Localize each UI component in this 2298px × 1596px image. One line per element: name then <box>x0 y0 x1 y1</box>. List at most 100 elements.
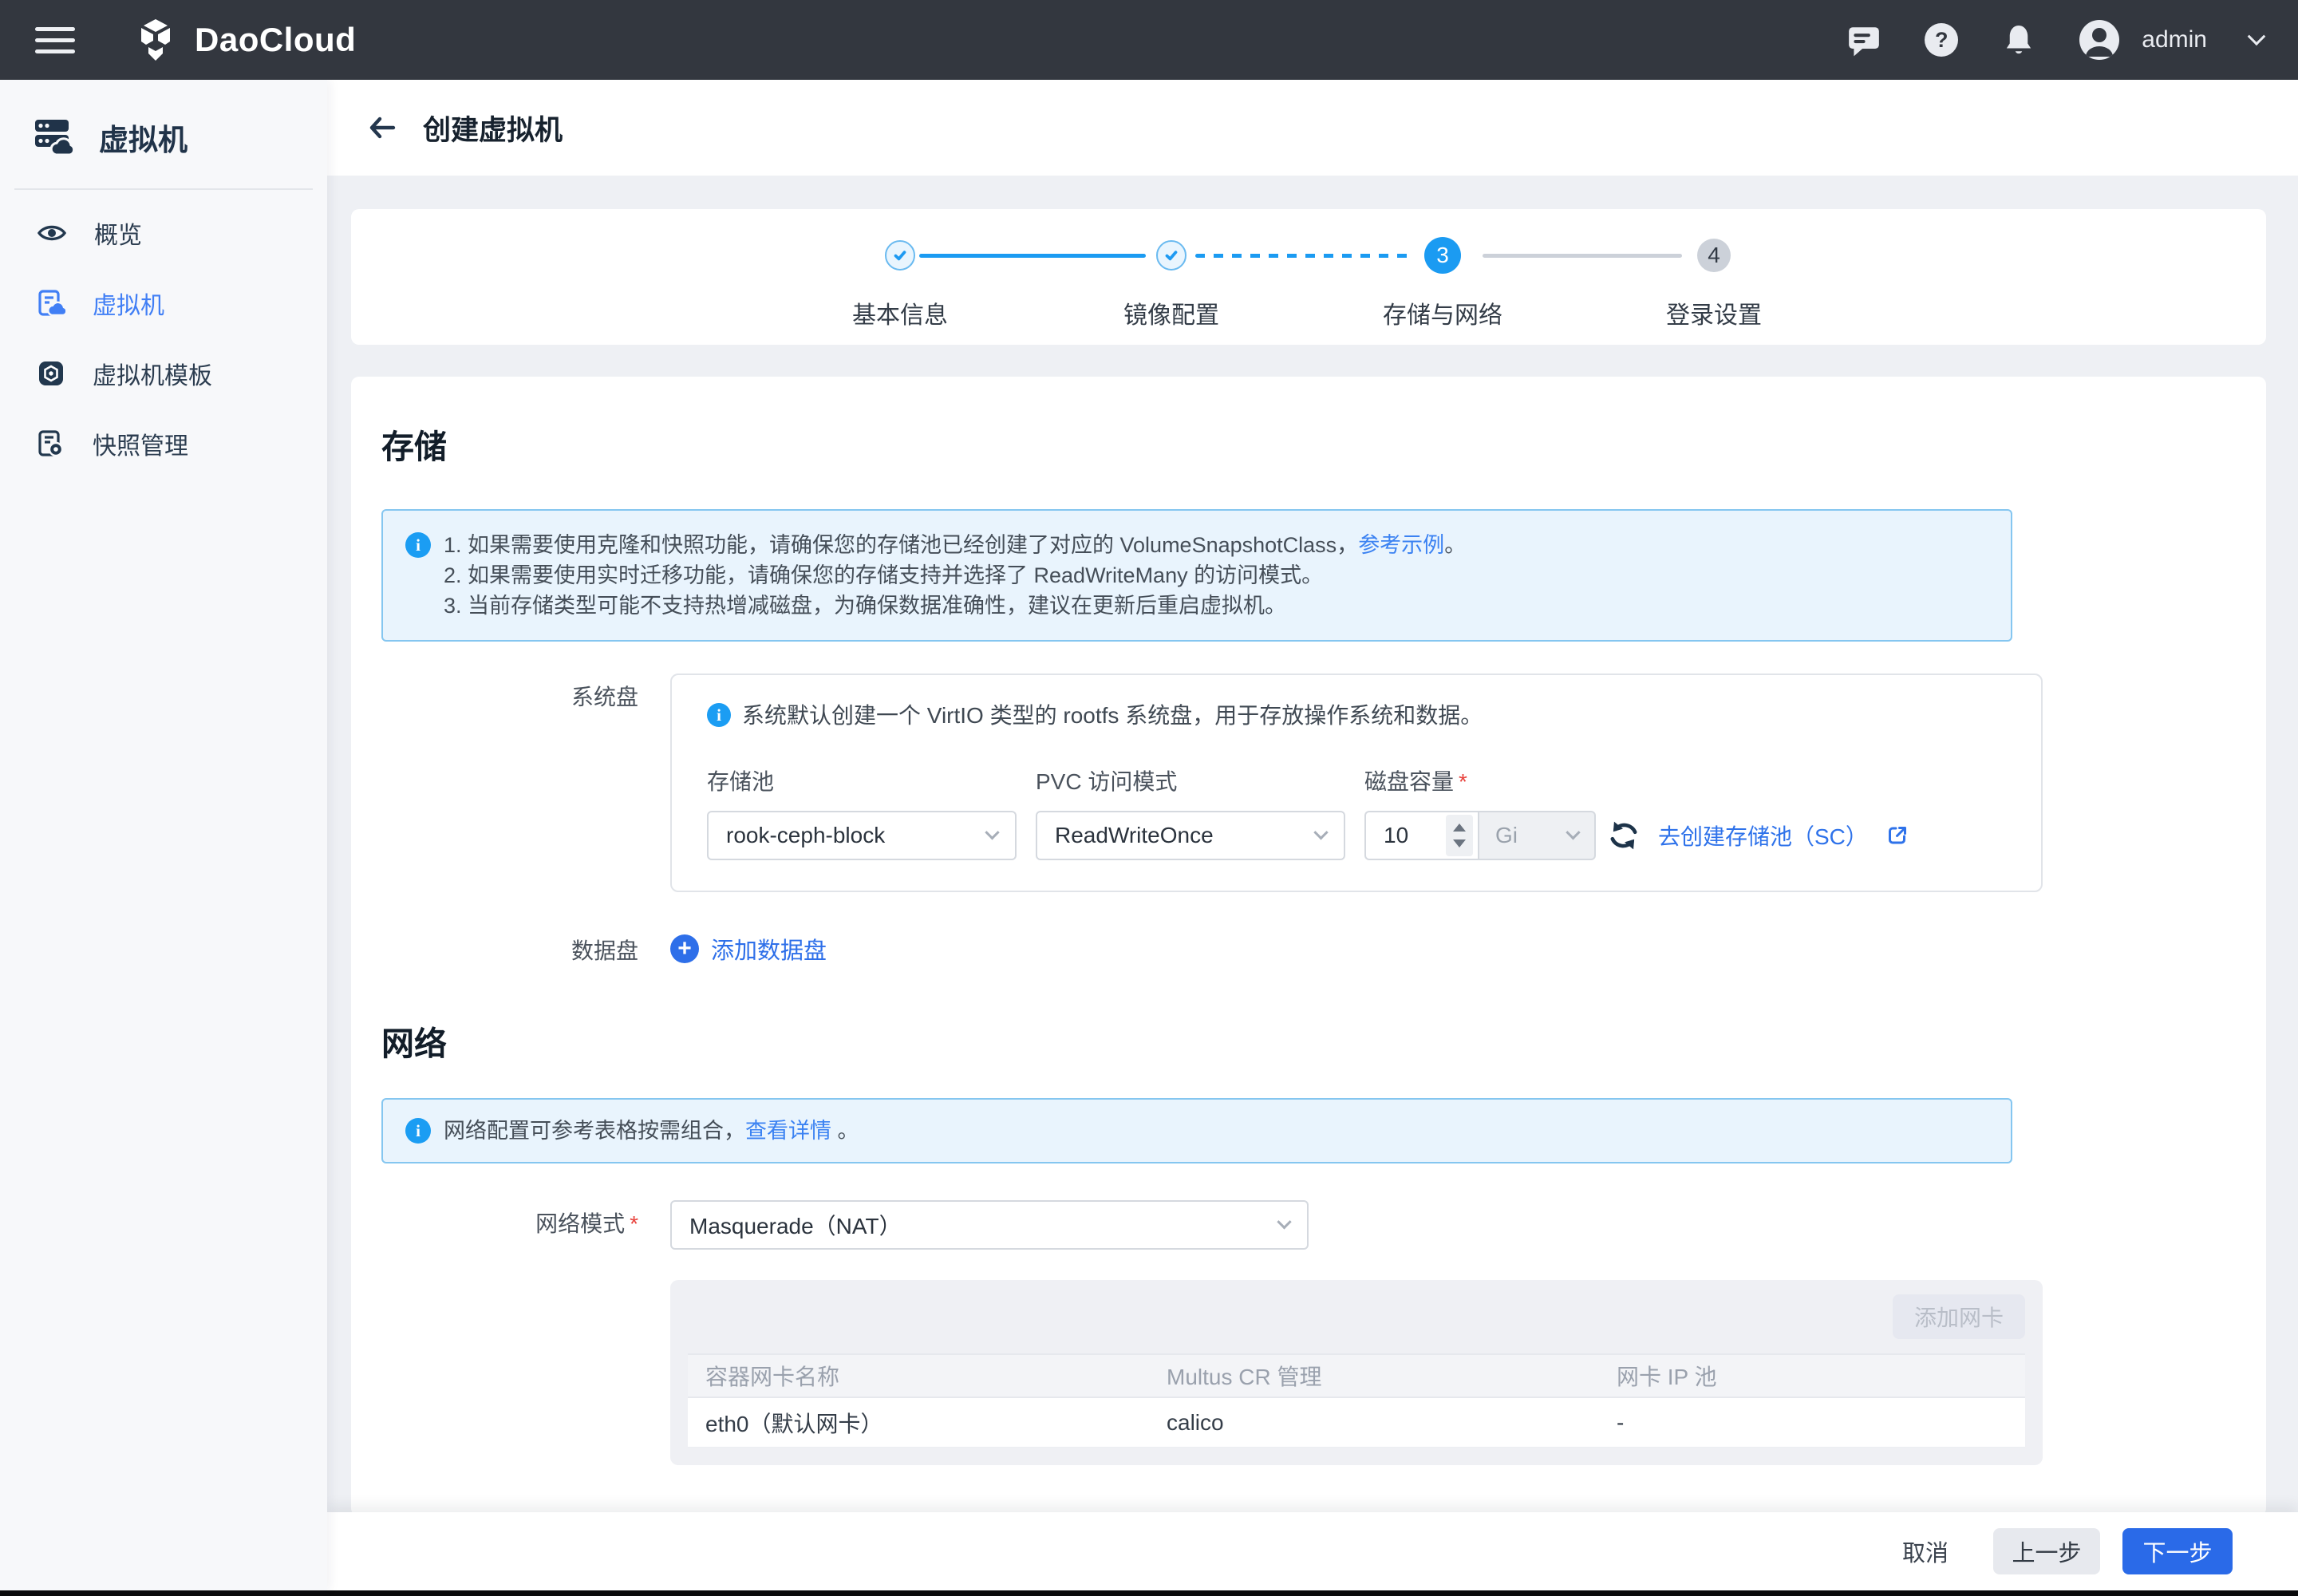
chevron-down-icon <box>1277 1215 1291 1229</box>
messages-icon[interactable] <box>1846 22 1881 57</box>
step-4-label: 登录设置 <box>1618 295 1810 330</box>
sidebar-divider <box>14 188 313 190</box>
eye-icon <box>37 222 67 244</box>
notifications-bell-icon[interactable] <box>2001 22 2036 57</box>
page-titlebar: 创建虚拟机 <box>327 80 2298 176</box>
hamburger-menu-icon[interactable] <box>35 20 75 61</box>
template-box-icon <box>37 359 65 388</box>
sidebar-item-snapshots[interactable]: 快照管理 <box>0 409 327 479</box>
col-ip-pool: 网卡 IP 池 <box>1599 1355 2025 1396</box>
storage-pool-field: 存储池 rook-ceph-block <box>707 764 1017 860</box>
col-multus-cr: Multus CR 管理 <box>1149 1355 1599 1396</box>
system-disk-label: 系统盘 <box>381 674 638 892</box>
virtual-machine-module-icon <box>32 115 77 160</box>
storage-pool-label: 存储池 <box>707 764 1017 796</box>
top-header: DaoCloud ? admin <box>0 0 2298 80</box>
step-connector-solid <box>919 254 1146 258</box>
info-icon: i <box>405 1118 431 1144</box>
sidebar-item-overview[interactable]: 概览 <box>0 198 327 268</box>
sidebar-item-label: 概览 <box>94 215 142 251</box>
pvc-access-mode-field: PVC 访问模式 ReadWriteOnce <box>1036 764 1345 860</box>
sidebar-item-label: 虚拟机 <box>93 286 164 321</box>
step-1-circle-done <box>885 240 915 271</box>
snapshot-doc-camera-icon <box>37 429 65 458</box>
sidebar-item-label: 快照管理 <box>93 426 188 461</box>
external-link-icon[interactable] <box>1885 824 1909 847</box>
nic-panel: 添加网卡 容器网卡名称 Multus CR 管理 网卡 IP 池 eth0（默认… <box>670 1280 2043 1465</box>
help-icon[interactable]: ? <box>1925 23 1958 57</box>
chevron-down-icon <box>985 825 999 839</box>
vm-doc-cloud-icon <box>37 289 65 318</box>
step-connector-gray <box>1483 254 1682 258</box>
view-details-link[interactable]: 查看详情 <box>745 1119 831 1143</box>
check-icon <box>891 247 909 264</box>
storage-notice-line3: 3. 当前存储类型可能不支持热增减磁盘，为确保数据准确性，建议在更新后重启虚拟机… <box>444 591 1466 621</box>
disk-capacity-label: 磁盘容量* <box>1364 764 1596 796</box>
storage-notice-line1: 1. 如果需要使用克隆和快照功能，请确保您的存储池已经创建了对应的 Volume… <box>444 530 1466 560</box>
step-4-circle-upcoming: 4 <box>1697 239 1731 272</box>
chevron-down-icon <box>1566 825 1580 839</box>
refresh-icon[interactable] <box>1607 819 1641 852</box>
sidebar-item-label: 虚拟机模板 <box>93 356 212 391</box>
stepper-up-icon[interactable] <box>1453 824 1466 832</box>
network-mode-select[interactable]: Masquerade（NAT） <box>670 1200 1309 1250</box>
storage-network-form: 存储 i 1. 如果需要使用克隆和快照功能，请确保您的存储池已经创建了对应的 V… <box>351 377 2266 1512</box>
previous-step-button[interactable]: 上一步 <box>1993 1528 2100 1574</box>
create-storage-class-link[interactable]: 去创建存储池（SC） <box>1658 820 1868 851</box>
sidebar-item-virtual-machines[interactable]: 虚拟机 <box>0 268 327 338</box>
nic-table: 容器网卡名称 Multus CR 管理 网卡 IP 池 eth0（默认网卡） c… <box>688 1353 2025 1448</box>
step-connector-dashed <box>1195 254 1416 258</box>
pvc-access-mode-select[interactable]: ReadWriteOnce <box>1036 811 1345 860</box>
info-icon: i <box>707 703 731 727</box>
cell-ip-pool: - <box>1599 1398 2025 1447</box>
system-disk-note: i 系统默认创建一个 VirtIO 类型的 rootfs 系统盘，用于存放操作系… <box>707 702 2009 729</box>
storage-notice-line2: 2. 如果需要使用实时迁移功能，请确保您的存储支持并选择了 ReadWriteM… <box>444 560 1466 591</box>
sidebar-module-header: 虚拟机 <box>0 80 327 160</box>
network-notice: i 网络配置可参考表格按需组合，查看详情 。 <box>381 1098 2012 1163</box>
required-marker: * <box>1459 769 1467 794</box>
user-menu-chevron-down-icon[interactable] <box>2248 27 2266 45</box>
user-avatar[interactable] <box>2079 20 2119 60</box>
plus-icon: + <box>670 934 699 963</box>
storage-pool-select[interactable]: rook-ceph-block <box>707 811 1017 860</box>
cancel-button[interactable]: 取消 <box>1902 1535 1949 1568</box>
brand-name: DaoCloud <box>195 21 356 59</box>
sidebar-module-title: 虚拟机 <box>99 116 188 159</box>
step-3-label: 存储与网络 <box>1347 295 1538 330</box>
network-notice-line: 网络配置可参考表格按需组合，查看详情 。 <box>444 1116 859 1146</box>
storage-notice: i 1. 如果需要使用克隆和快照功能，请确保您的存储池已经创建了对应的 Volu… <box>381 509 2012 642</box>
network-mode-label: 网络模式* <box>381 1200 638 1465</box>
stepper-down-icon[interactable] <box>1453 839 1466 847</box>
next-step-button[interactable]: 下一步 <box>2122 1528 2233 1574</box>
brand-logo: DaoCloud <box>132 17 356 63</box>
sidebar-item-vm-templates[interactable]: 虚拟机模板 <box>0 338 327 409</box>
nic-table-row: eth0（默认网卡） calico - <box>688 1398 2025 1448</box>
nic-table-header: 容器网卡名称 Multus CR 管理 网卡 IP 池 <box>688 1353 2025 1398</box>
back-arrow-icon[interactable] <box>367 116 397 140</box>
storage-heading: 存储 <box>381 420 2012 468</box>
step-number: 3 <box>1436 243 1449 268</box>
cell-multus-cr: calico <box>1149 1398 1599 1447</box>
pvc-access-mode-label: PVC 访问模式 <box>1036 764 1345 796</box>
wizard-steps: 3 4 基本信息 镜像配置 存储与网络 登录设置 <box>351 209 2266 345</box>
number-stepper[interactable] <box>1446 815 1473 856</box>
info-icon: i <box>405 532 431 558</box>
data-disk-label: 数据盘 <box>381 929 638 966</box>
network-heading: 网络 <box>381 1017 2012 1065</box>
disk-capacity-field: 磁盘容量* <box>1364 764 1596 860</box>
capacity-unit-select-disabled: Gi <box>1478 811 1596 860</box>
reference-example-link[interactable]: 参考示例 <box>1358 533 1444 557</box>
step-1-label: 基本信息 <box>804 295 996 330</box>
step-number: 4 <box>1708 243 1720 268</box>
add-nic-button[interactable]: 添加网卡 <box>1893 1294 2025 1339</box>
username[interactable]: admin <box>2142 26 2207 53</box>
step-2-circle-done <box>1156 240 1187 271</box>
col-nic-name: 容器网卡名称 <box>688 1355 1149 1396</box>
cell-nic-name: eth0（默认网卡） <box>688 1398 1149 1447</box>
check-icon <box>1163 247 1180 264</box>
step-3-circle-current: 3 <box>1424 237 1461 274</box>
window-bottom-edge <box>0 1590 2298 1596</box>
chevron-down-icon <box>1313 825 1328 839</box>
step-2-label: 镜像配置 <box>1076 295 1267 330</box>
add-data-disk-button[interactable]: + 添加数据盘 <box>670 929 2012 966</box>
